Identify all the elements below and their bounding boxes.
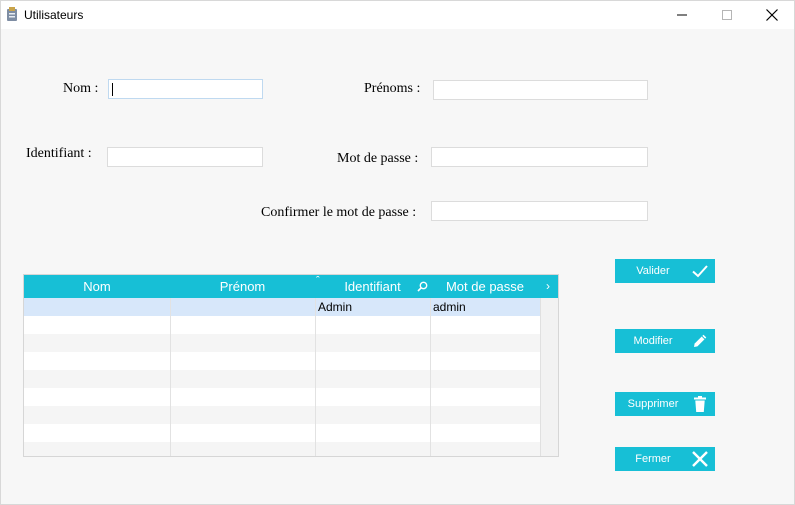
close-x-icon [692,451,708,467]
empty-row [24,442,540,456]
users-window: Utilisateurs Nom : Prénoms : Identifiant… [0,0,795,505]
column-divider [170,298,171,456]
fermer-button[interactable]: Fermer [615,447,715,471]
vertical-scrollbar[interactable] [540,298,558,456]
chevron-right-icon[interactable]: › [546,280,550,292]
confirmer-input[interactable] [432,202,647,220]
pencil-icon [694,334,707,347]
cell-nom [24,298,170,316]
column-header-mot-de-passe[interactable]: Mot de passe [430,275,540,298]
nom-label: Nom : [63,81,99,96]
mot-de-passe-input[interactable] [432,148,647,166]
column-header-identifiant[interactable]: Identifiant [315,275,430,298]
nom-field[interactable] [108,79,263,99]
minimize-icon [677,14,687,16]
window-title: Utilisateurs [24,8,84,22]
prenoms-label: Prénoms : [364,81,421,96]
column-divider [315,298,316,456]
modifier-button[interactable]: Modifier [615,329,715,353]
minimize-button[interactable] [659,1,705,29]
modifier-label: Modifier [633,335,673,347]
search-icon [417,281,428,292]
cell-prenom [170,298,315,316]
cell-mot-de-passe: admin [433,300,466,314]
identifiant-input[interactable] [108,148,262,166]
supprimer-button[interactable]: Supprimer [615,392,715,416]
supprimer-label: Supprimer [627,398,679,410]
identifiant-field[interactable] [107,147,263,167]
confirmer-label: Confirmer le mot de passe : [261,205,417,220]
identifiant-label: Identifiant : [26,146,92,161]
app-icon [7,7,17,21]
confirmer-field[interactable] [431,201,648,221]
cell-identifiant: Admin [318,300,353,314]
text-caret [112,83,113,96]
column-divider [430,298,431,456]
mot-de-passe-field[interactable] [431,147,648,167]
nom-input[interactable] [109,80,262,98]
table-row[interactable]: Admin admin [24,298,540,316]
maximize-button[interactable] [704,1,750,29]
mot-de-passe-label: Mot de passe : [337,151,419,166]
trash-icon [694,396,706,412]
valider-label: Valider [636,265,670,277]
empty-row [24,388,540,406]
empty-row [24,334,540,352]
empty-row [24,316,540,334]
title-bar[interactable]: Utilisateurs [1,1,794,29]
users-table[interactable]: Nom Prénom ˆ Identifiant Mot de passe › … [23,274,559,457]
valider-button[interactable]: Valider [615,259,715,283]
empty-row [24,352,540,370]
close-icon [766,9,778,21]
fermer-label: Fermer [635,453,671,465]
prenoms-field[interactable] [433,80,648,100]
empty-row [24,424,540,442]
checkmark-icon [692,265,708,278]
column-header-nom[interactable]: Nom [24,275,170,298]
prenoms-input[interactable] [434,81,647,99]
close-button[interactable] [749,1,795,29]
empty-row [24,370,540,388]
maximize-icon [722,10,732,20]
empty-row [24,406,540,424]
table-header: Nom Prénom ˆ Identifiant Mot de passe › [24,275,558,298]
column-header-prenom[interactable]: Prénom [170,275,315,298]
